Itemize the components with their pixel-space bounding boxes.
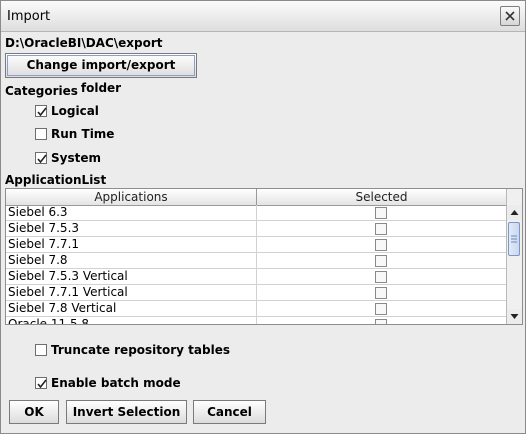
application-name: Siebel 7.8 Vertical [8,301,117,315]
truncate-checkbox[interactable] [35,344,47,356]
scroll-up-button[interactable] [507,205,522,220]
selected-checkbox[interactable] [375,319,387,324]
selected-checkbox[interactable] [375,255,387,267]
categories-heading: Categories [5,84,78,98]
application-name: Siebel 7.7.1 Vertical [8,285,128,299]
table-row[interactable]: Siebel 7.7.1 Vertical [6,285,507,301]
batch-mode-label: Enable batch mode [51,376,181,390]
checkmark-icon [37,107,47,117]
batch-mode-checkbox[interactable] [35,377,47,389]
application-name: Siebel 7.8 [8,253,68,267]
runtime-label: Run Time [51,127,115,141]
table-row[interactable]: Oracle 11.5.8 [6,317,507,325]
application-name: Siebel 6.3 [8,205,68,219]
selected-checkbox[interactable] [375,239,387,251]
application-name: Siebel 7.5.3 Vertical [8,269,128,283]
application-name: Oracle 11.5.8 [8,317,90,325]
selected-checkbox[interactable] [375,287,387,299]
scroll-thumb[interactable] [508,222,520,256]
truncate-label: Truncate repository tables [51,343,230,357]
table-row[interactable]: Siebel 7.8 [6,253,507,269]
applications-table: Applications Selected Siebel 6.3 Siebel … [5,188,523,325]
application-name: Siebel 7.7.1 [8,237,80,251]
title-bar[interactable]: Import [1,1,525,32]
table-header: Applications Selected [6,189,507,206]
folder-path: D:\OracleBI\DAC\export [5,36,163,50]
checkmark-icon [37,379,47,389]
runtime-checkbox[interactable] [35,128,47,140]
table-row[interactable]: Siebel 7.5.3 Vertical [6,269,507,285]
cancel-button[interactable]: Cancel [193,400,266,424]
close-icon [505,11,515,21]
selected-checkbox[interactable] [375,207,387,219]
logical-checkbox[interactable] [35,105,47,117]
application-name: Siebel 7.5.3 [8,221,80,235]
system-checkbox[interactable] [35,152,47,164]
system-label: System [51,151,101,165]
arrow-down-icon [510,314,519,319]
close-button[interactable] [500,6,520,26]
column-header-applications[interactable]: Applications [6,189,257,205]
applist-heading: ApplicationList [5,173,107,187]
change-folder-button[interactable]: Change import/export folder [5,53,197,95]
table-scrollbar[interactable] [506,189,522,324]
selected-checkbox[interactable] [375,271,387,283]
import-dialog: Import D:\OracleBI\DAC\export Change imp… [0,0,526,434]
scroll-down-button[interactable] [507,309,522,324]
dialog-title: Import [7,9,51,24]
table-row[interactable]: Siebel 6.3 [6,205,507,221]
grip-icon [511,235,517,243]
selected-checkbox[interactable] [375,303,387,315]
table-row[interactable]: Siebel 7.5.3 [6,221,507,237]
logical-label: Logical [51,104,99,118]
ok-button[interactable]: OK [9,400,59,424]
table-row[interactable]: Siebel 7.8 Vertical [6,301,507,317]
table-row[interactable]: Siebel 7.7.1 [6,237,507,253]
selected-checkbox[interactable] [375,223,387,235]
arrow-up-icon [510,210,519,215]
column-header-selected[interactable]: Selected [257,189,507,205]
invert-selection-button[interactable]: Invert Selection [66,400,187,424]
checkmark-icon [37,154,47,164]
